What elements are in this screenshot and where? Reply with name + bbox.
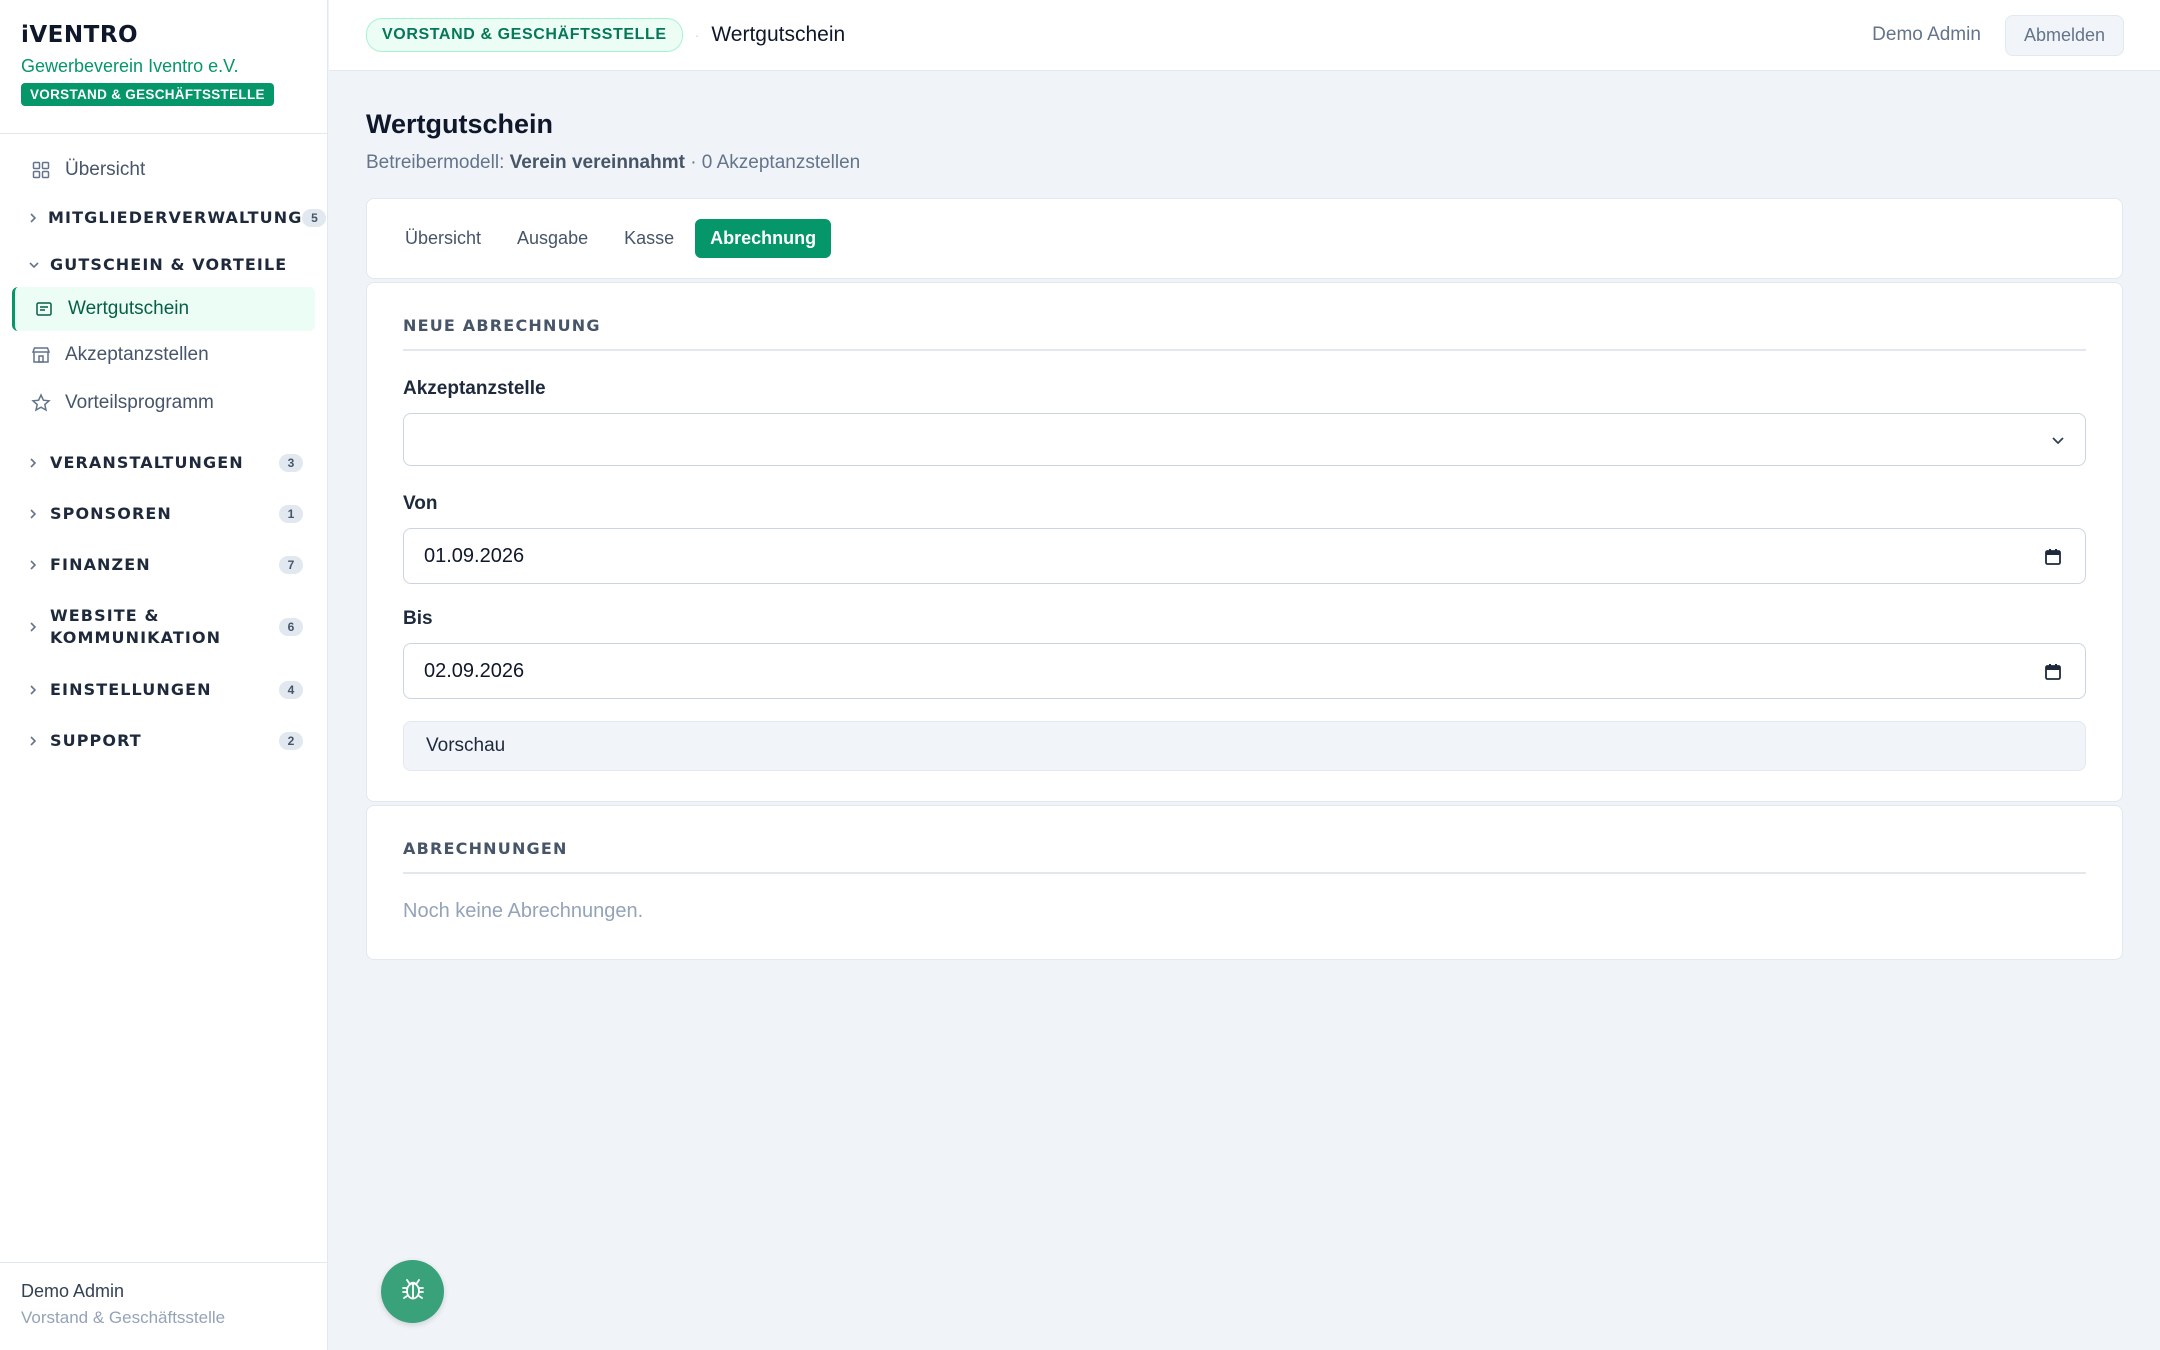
sidebar-group-finanzen[interactable]: FINANZEN 7 (0, 539, 327, 590)
group-label: SPONSOREN (50, 503, 172, 523)
count-badge: 1 (279, 504, 303, 523)
brand-logo[interactable]: iVENTRO (21, 22, 306, 48)
from-date-value: 01.09.2026 (424, 544, 525, 567)
sidebar-item-label: Wertgutschein (68, 298, 190, 319)
to-date-input[interactable]: 02.09.2026 (403, 643, 2086, 699)
group-label: MITGLIEDERVERWALTUNG (48, 207, 303, 227)
to-label: Bis (403, 608, 433, 629)
sidebar-group-veranstaltungen[interactable]: VERANSTALTUNGEN 3 (0, 437, 327, 488)
chevron-right-icon (28, 684, 40, 696)
brand: iVENTRO Gewerbeverein Iventro e.V. VORST… (0, 0, 327, 134)
main-content: Wertgutschein Betreibermodell: Verein ve… (366, 71, 2123, 960)
sidebar-group-website-kommunikation[interactable]: WEBSITE & KOMMUNIKATION 6 (0, 590, 327, 664)
chevron-down-icon (2049, 431, 2067, 454)
chevron-right-icon (28, 212, 38, 224)
group-label: GUTSCHEIN & VORTEILE (50, 255, 288, 274)
sidebar-nav: Übersicht MITGLIEDERVERWALTUNG 5 GUTSCHE… (0, 134, 327, 766)
star-icon (30, 392, 52, 414)
count-badge: 6 (279, 618, 303, 636)
empty-state-text: Noch keine Abrechnungen. (403, 900, 644, 922)
count-badge: 3 (279, 453, 303, 472)
count-badge: 7 (279, 555, 303, 574)
group-label-line1: WEBSITE & (50, 606, 160, 625)
sidebar-group-sponsoren[interactable]: SPONSOREN 1 (0, 488, 327, 539)
sidebar-group-support[interactable]: SUPPORT 2 (0, 715, 327, 766)
sidebar-group-mitgliederverwaltung[interactable]: MITGLIEDERVERWALTUNG 5 (0, 192, 327, 243)
to-date-value: 02.09.2026 (424, 659, 525, 682)
group-label: FINANZEN (50, 554, 151, 574)
grid-icon (30, 159, 52, 181)
bug-icon (399, 1275, 427, 1308)
from-label: Von (403, 493, 438, 514)
sidebar: iVENTRO Gewerbeverein Iventro e.V. VORST… (0, 0, 328, 1350)
acceptance-label: Akzeptanzstelle (403, 378, 546, 399)
role-badge: VORSTAND & GESCHÄFTSSTELLE (21, 83, 274, 106)
tab-uebersicht[interactable]: Übersicht (405, 228, 481, 249)
sidebar-group-gutschein[interactable]: GUTSCHEIN & VORTEILE (0, 243, 327, 287)
sidebar-item-label: Übersicht (65, 159, 146, 180)
operator-model-label: Betreibermodell: (366, 152, 505, 173)
sidebar-item-wertgutschein[interactable]: Wertgutschein (12, 287, 315, 331)
page-subtitle: Betreibermodell: Verein vereinnahmt · 0 … (366, 152, 2123, 174)
organization-name: Gewerbeverein Iventro e.V. (21, 56, 239, 76)
tab-kasse[interactable]: Kasse (624, 228, 674, 249)
group-label: EINSTELLUNGEN (50, 679, 212, 699)
count-badge: 2 (279, 731, 303, 750)
topbar: VORSTAND & GESCHÄFTSSTELLE · Wertgutsche… (329, 0, 2160, 71)
section-title: ABRECHNUNGEN (403, 806, 2086, 874)
sidebar-item-akzeptanzstellen[interactable]: Akzeptanzstellen (0, 331, 327, 379)
tab-ausgabe[interactable]: Ausgabe (517, 228, 588, 249)
sidebar-item-overview[interactable]: Übersicht (0, 148, 327, 192)
count-badge: 5 (302, 208, 327, 227)
logout-button[interactable]: Abmelden (2004, 14, 2124, 56)
page-title: Wertgutschein (366, 109, 554, 139)
count-badge: 4 (279, 680, 303, 699)
breadcrumb-current: Wertgutschein (711, 23, 846, 46)
footer-user-name: Demo Admin (21, 1281, 125, 1301)
sidebar-item-vorteilsprogramm[interactable]: Vorteilsprogramm (0, 379, 327, 427)
topbar-user-area: Demo Admin Abmelden (1872, 14, 2160, 56)
calendar-icon[interactable] (2043, 662, 2063, 688)
billings-card: ABRECHNUNGEN Noch keine Abrechnungen. (366, 805, 2123, 960)
preview-button[interactable]: Vorschau (403, 721, 2086, 771)
current-user: Demo Admin (1872, 24, 1981, 45)
sidebar-item-label: Vorteilsprogramm (65, 392, 214, 413)
chevron-right-icon (28, 559, 40, 571)
group-label: SUPPORT (50, 730, 142, 750)
calendar-icon[interactable] (2043, 547, 2063, 573)
from-date-input[interactable]: 01.09.2026 (403, 528, 2086, 584)
new-billing-card: NEUE ABRECHNUNG Akzeptanzstelle Von 01.0… (366, 282, 2123, 802)
chevron-right-icon (28, 621, 40, 633)
sidebar-footer: Demo Admin Vorstand & Geschäftsstelle (0, 1262, 327, 1350)
voucher-icon (33, 298, 55, 320)
role-pill: VORSTAND & GESCHÄFTSSTELLE (366, 18, 683, 52)
acceptance-count: · 0 Akzeptanzstellen (690, 152, 861, 173)
chevron-right-icon (28, 735, 40, 747)
operator-model-value: Verein vereinnahmt (509, 152, 685, 173)
section-title: NEUE ABRECHNUNG (403, 283, 2086, 351)
group-label-line2: KOMMUNIKATION (50, 628, 222, 647)
tab-abrechnung[interactable]: Abrechnung (695, 219, 832, 258)
bug-report-button[interactable] (381, 1260, 444, 1323)
tab-bar: Übersicht Ausgabe Kasse Abrechnung (366, 198, 2123, 279)
chevron-right-icon (28, 457, 40, 469)
chevron-down-icon (28, 260, 40, 270)
store-icon (30, 344, 52, 366)
sidebar-item-label: Akzeptanzstellen (65, 344, 209, 365)
group-label: WEBSITE & KOMMUNIKATION (50, 605, 279, 649)
breadcrumb-separator: · (694, 27, 700, 43)
group-label: VERANSTALTUNGEN (50, 452, 244, 472)
sidebar-group-einstellungen[interactable]: EINSTELLUNGEN 4 (0, 664, 327, 715)
acceptance-select[interactable] (403, 413, 2086, 466)
chevron-right-icon (28, 508, 40, 520)
footer-user-role: Vorstand & Geschäftsstelle (21, 1308, 226, 1327)
